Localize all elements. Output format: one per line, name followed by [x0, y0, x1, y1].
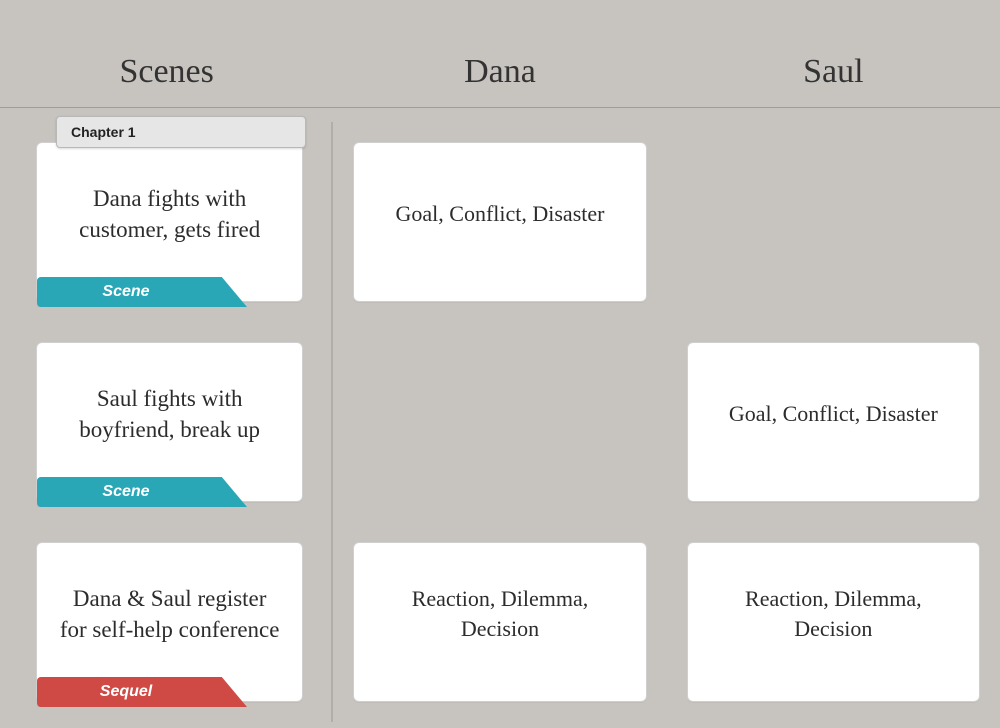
scene-card[interactable]: Saul fights with boyfriend, break up Sce…	[36, 342, 303, 502]
character-card[interactable]: Goal, Conflict, Disaster	[687, 342, 980, 502]
header-scenes: Scenes	[0, 53, 333, 91]
scene-row: Saul fights with boyfriend, break up Sce…	[36, 322, 303, 522]
status-tag-sequel[interactable]: Sequel	[37, 677, 247, 707]
board: Chapter 1 Dana fights with customer, get…	[0, 108, 1000, 722]
column-scenes: Chapter 1 Dana fights with customer, get…	[0, 122, 333, 722]
scene-row: Chapter 1 Dana fights with customer, get…	[36, 122, 303, 322]
status-tag-scene[interactable]: Scene	[37, 477, 247, 507]
scene-card[interactable]: Dana fights with customer, gets fired Sc…	[36, 142, 303, 302]
character-card-text: Reaction, Dilemma, Decision	[710, 584, 957, 643]
column-saul: Goal, Conflict, Disaster Reaction, Dilem…	[667, 122, 1000, 722]
header-dana: Dana	[333, 53, 666, 91]
column-dana: Goal, Conflict, Disaster Reaction, Dilem…	[333, 122, 666, 722]
scene-card-text: Dana fights with customer, gets fired	[59, 183, 280, 245]
scene-card-text: Saul fights with boyfriend, break up	[59, 383, 280, 445]
cell-row: Goal, Conflict, Disaster	[687, 322, 980, 522]
scene-card[interactable]: Dana & Saul register for self-help confe…	[36, 542, 303, 702]
character-card[interactable]: Reaction, Dilemma, Decision	[687, 542, 980, 702]
cell-row: Reaction, Dilemma, Decision	[687, 522, 980, 722]
character-card-text: Reaction, Dilemma, Decision	[376, 584, 623, 643]
character-card-text: Goal, Conflict, Disaster	[396, 199, 605, 229]
cell-row: Goal, Conflict, Disaster	[353, 122, 646, 322]
column-headers: Scenes Dana Saul	[0, 0, 1000, 108]
cell-row	[687, 122, 980, 322]
character-card-text: Goal, Conflict, Disaster	[729, 399, 938, 429]
scene-card-text: Dana & Saul register for self-help confe…	[59, 583, 280, 645]
status-tag-scene[interactable]: Scene	[37, 277, 247, 307]
cell-row	[353, 322, 646, 522]
chapter-tag[interactable]: Chapter 1	[56, 116, 306, 148]
cell-row: Reaction, Dilemma, Decision	[353, 522, 646, 722]
scene-row: Dana & Saul register for self-help confe…	[36, 522, 303, 722]
character-card[interactable]: Reaction, Dilemma, Decision	[353, 542, 646, 702]
character-card[interactable]: Goal, Conflict, Disaster	[353, 142, 646, 302]
header-saul: Saul	[667, 53, 1000, 91]
